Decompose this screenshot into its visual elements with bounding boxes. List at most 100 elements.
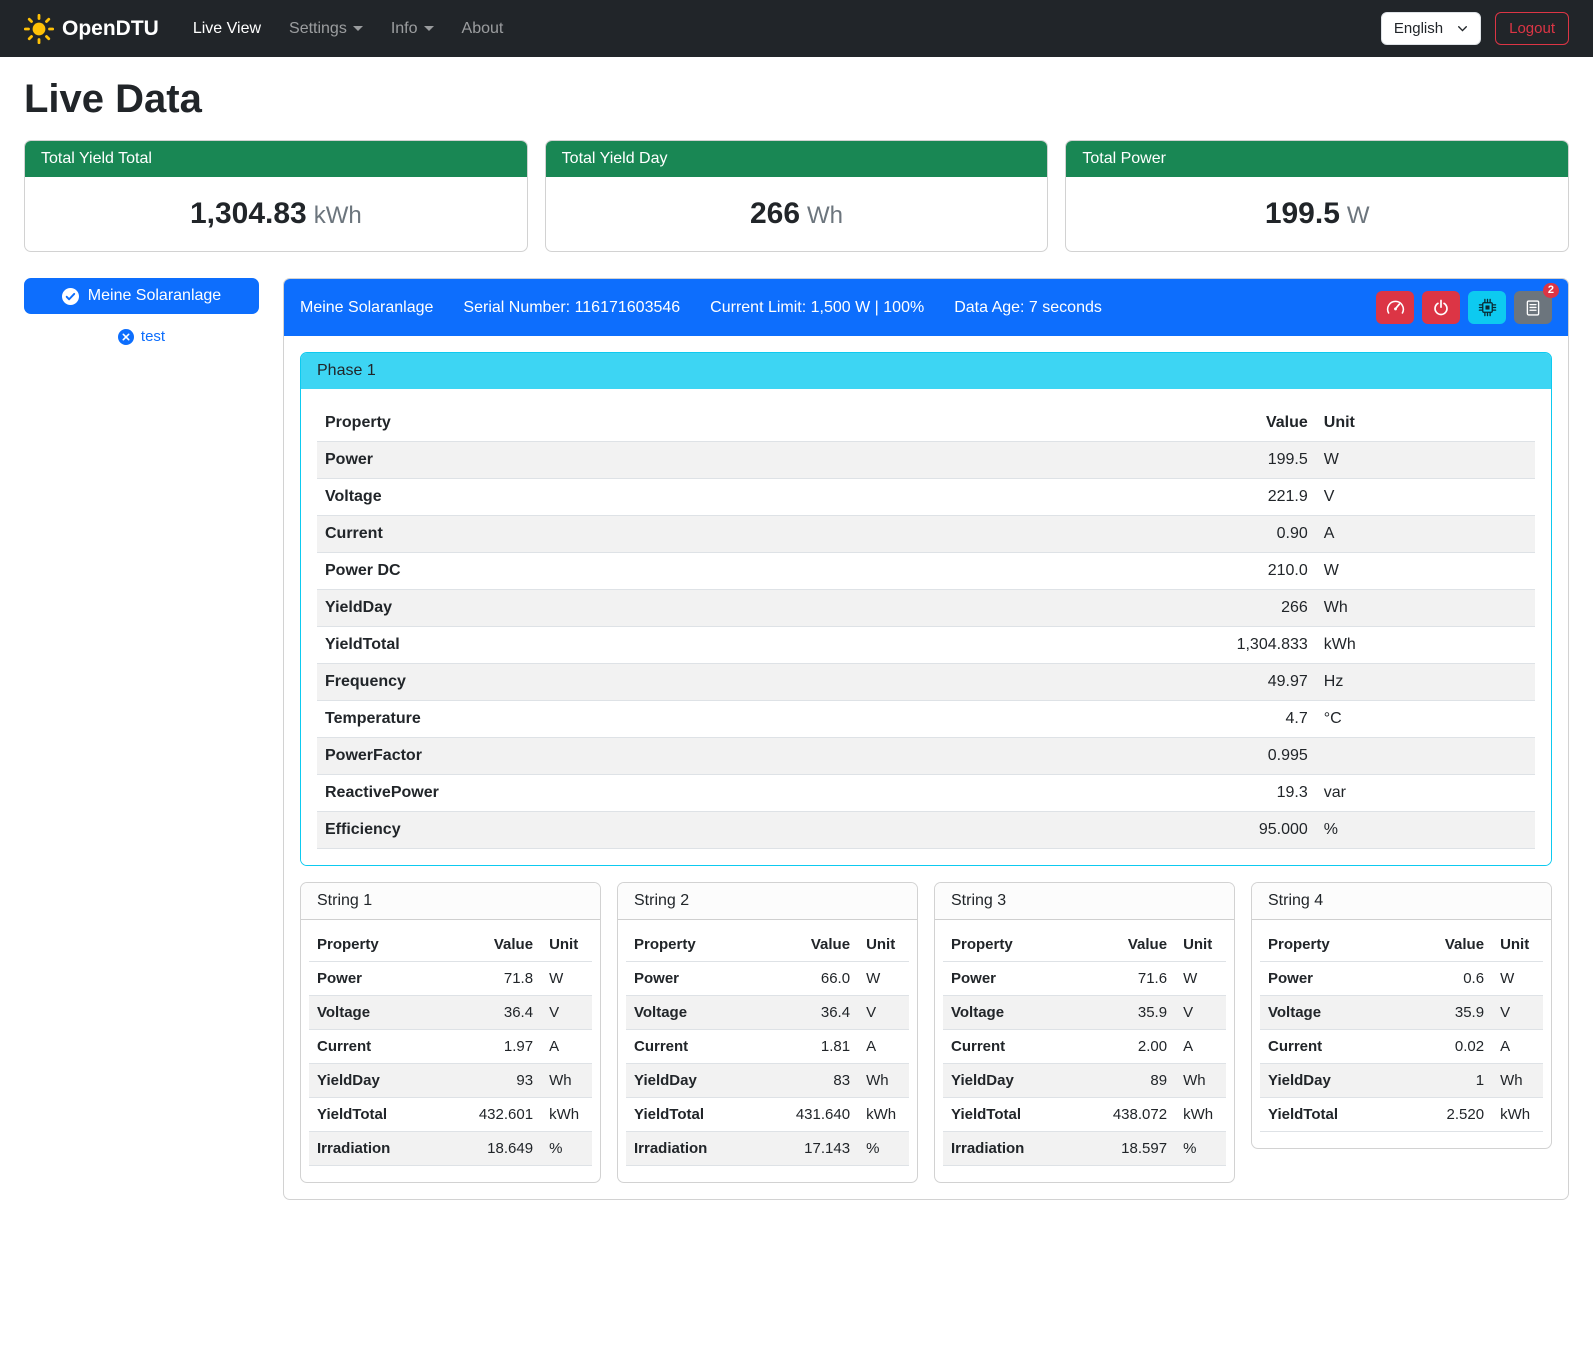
event-count-badge: 2	[1543, 283, 1559, 298]
col-header-unit: Unit	[1492, 928, 1543, 962]
row-unit: %	[1175, 1132, 1226, 1166]
page-title: Live Data	[24, 77, 1569, 122]
table-row: Power71.8W	[309, 962, 592, 996]
sidebar-item-test[interactable]: test	[24, 328, 259, 345]
string-1-body: Property Value Unit Power71.8WVoltage36.…	[301, 920, 600, 1182]
col-header-value: Value	[1073, 928, 1175, 962]
row-property: YieldDay	[317, 590, 915, 627]
string-3-card: String 3 Property Value Unit	[934, 882, 1235, 1183]
row-value: 35.9	[1401, 996, 1492, 1030]
card-body: 266Wh	[546, 177, 1048, 251]
row-property: Power DC	[317, 553, 915, 590]
inverter-panel-body: Phase 1 Property Value Unit Power199.5WV…	[284, 336, 1568, 1199]
row-property: YieldTotal	[626, 1098, 756, 1132]
row-value: 0.90	[915, 516, 1316, 553]
row-value: 95.000	[915, 812, 1316, 849]
row-property: Irradiation	[943, 1132, 1073, 1166]
row-unit: Wh	[858, 1064, 909, 1098]
string-4-header: String 4	[1252, 883, 1551, 920]
row-value: 1.81	[756, 1030, 858, 1064]
row-property: PowerFactor	[317, 738, 915, 775]
table-row: Frequency49.97Hz	[317, 664, 1535, 701]
row-unit	[1316, 738, 1535, 775]
table-row: Irradiation18.649%	[309, 1132, 592, 1166]
row-property: Voltage	[626, 996, 756, 1030]
col-header-value: Value	[756, 928, 858, 962]
table-row: YieldTotal2.520kWh	[1260, 1098, 1543, 1132]
brand[interactable]: OpenDTU	[24, 14, 159, 44]
language-select[interactable]: English	[1381, 12, 1481, 45]
col-header-unit: Unit	[1316, 405, 1535, 442]
logout-button[interactable]: Logout	[1495, 12, 1569, 45]
string-1-table: Property Value Unit Power71.8WVoltage36.…	[309, 928, 592, 1166]
string-3-table: Property Value Unit Power71.6WVoltage35.…	[943, 928, 1226, 1166]
row-property: Power	[317, 442, 915, 479]
brand-label: OpenDTU	[62, 17, 159, 41]
row-value: 35.9	[1073, 996, 1175, 1030]
row-property: Current	[309, 1030, 439, 1064]
card-body: 1,304.83kWh	[25, 177, 527, 251]
row-property: Voltage	[317, 479, 915, 516]
table-row: PowerFactor0.995	[317, 738, 1535, 775]
phase-1-body: Property Value Unit Power199.5WVoltage22…	[301, 389, 1551, 865]
row-unit: kWh	[1492, 1098, 1543, 1132]
row-property: YieldTotal	[943, 1098, 1073, 1132]
col-header-property: Property	[317, 405, 915, 442]
col-header-value: Value	[439, 928, 541, 962]
phase-1-table: Property Value Unit Power199.5WVoltage22…	[317, 405, 1535, 849]
row-unit: V	[1316, 479, 1535, 516]
table-row: Current0.02A	[1260, 1030, 1543, 1064]
row-property: Power	[1260, 962, 1401, 996]
row-property: Current	[1260, 1030, 1401, 1064]
string-2-header: String 2	[618, 883, 917, 920]
row-value: 71.6	[1073, 962, 1175, 996]
row-property: YieldTotal	[309, 1098, 439, 1132]
total-yield-total-value: 1,304.83	[190, 197, 307, 230]
chevron-down-icon	[1457, 23, 1468, 34]
table-row: YieldDay89Wh	[943, 1064, 1226, 1098]
table-header-row: Property Value Unit	[626, 928, 909, 962]
card-total-power: Total Power 199.5W	[1065, 140, 1569, 252]
row-value: 438.072	[1073, 1098, 1175, 1132]
row-value: 36.4	[439, 996, 541, 1030]
row-property: YieldDay	[626, 1064, 756, 1098]
row-property: YieldTotal	[1260, 1098, 1401, 1132]
nav-live-view[interactable]: Live View	[181, 12, 273, 46]
inverter-actions: 2	[1376, 291, 1552, 324]
row-value: 266	[915, 590, 1316, 627]
limit-settings-button[interactable]	[1376, 291, 1414, 324]
total-power-value: 199.5	[1265, 197, 1340, 230]
row-property: YieldDay	[943, 1064, 1073, 1098]
table-row: YieldTotal1,304.833kWh	[317, 627, 1535, 664]
row-value: 1.97	[439, 1030, 541, 1064]
sidebar-item-meine-solaranlage[interactable]: Meine Solaranlage	[24, 278, 259, 314]
row-value: 71.8	[439, 962, 541, 996]
inverter-panel: Meine Solaranlage Serial Number: 1161716…	[283, 278, 1569, 1200]
table-row: Current2.00A	[943, 1030, 1226, 1064]
row-value: 432.601	[439, 1098, 541, 1132]
row-property: YieldDay	[1260, 1064, 1401, 1098]
row-property: Power	[626, 962, 756, 996]
row-value: 19.3	[915, 775, 1316, 812]
table-row: YieldDay1Wh	[1260, 1064, 1543, 1098]
nav-info[interactable]: Info	[379, 12, 446, 46]
check-circle-icon	[62, 288, 79, 305]
language-select-value: English	[1394, 20, 1443, 37]
row-unit: °C	[1316, 701, 1535, 738]
string-3-body: Property Value Unit Power71.6WVoltage35.…	[935, 920, 1234, 1182]
sidebar-item-label: Meine Solaranlage	[88, 287, 221, 305]
inverter-sidebar: Meine Solaranlage test	[24, 278, 259, 345]
table-row: Voltage221.9V	[317, 479, 1535, 516]
row-value: 18.649	[439, 1132, 541, 1166]
nav-settings[interactable]: Settings	[277, 12, 375, 46]
row-unit: kWh	[541, 1098, 592, 1132]
table-row: Current0.90A	[317, 516, 1535, 553]
nav-about[interactable]: About	[450, 12, 516, 46]
device-info-button[interactable]	[1468, 291, 1506, 324]
table-row: Power66.0W	[626, 962, 909, 996]
row-value: 49.97	[915, 664, 1316, 701]
power-button[interactable]	[1422, 291, 1460, 324]
table-row: Power DC210.0W	[317, 553, 1535, 590]
table-row: YieldTotal432.601kWh	[309, 1098, 592, 1132]
event-log-button[interactable]: 2	[1514, 291, 1552, 324]
